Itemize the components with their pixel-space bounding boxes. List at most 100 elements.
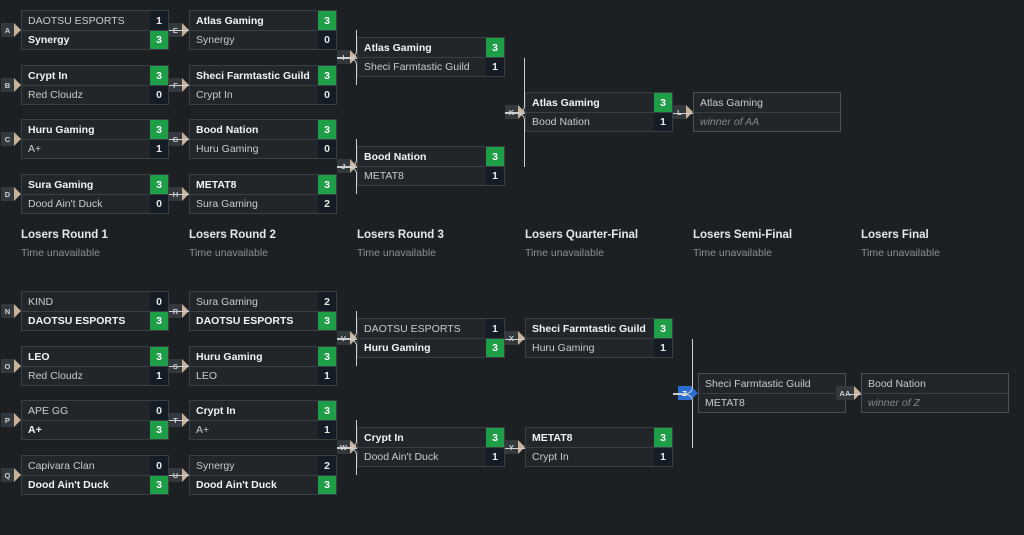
- team-row-top[interactable]: Sheci Farmtastic Guild 3: [526, 319, 672, 338]
- match-C[interactable]: C Huru Gaming 3 A+ 1: [1, 119, 169, 159]
- match-letter-badge-AA[interactable]: AA: [836, 386, 861, 400]
- team-row-top[interactable]: KIND 0: [22, 292, 168, 311]
- team-row-bottom[interactable]: winner of Z: [862, 393, 1008, 412]
- match-U[interactable]: U Synergy 2 Dood Ain't Duck 3: [169, 455, 337, 495]
- team-row-bottom[interactable]: Crypt In 1: [526, 447, 672, 466]
- match-I[interactable]: I Atlas Gaming 3 Sheci Farmtastic Guild 1: [337, 37, 505, 77]
- team-row-top[interactable]: APE GG 0: [22, 401, 168, 420]
- match-letter-badge-C[interactable]: C: [1, 132, 21, 146]
- team-row-bottom[interactable]: A+ 3: [22, 420, 168, 439]
- team-row-top[interactable]: DAOTSU ESPORTS 1: [358, 319, 504, 338]
- team-row-bottom[interactable]: LEO 1: [190, 366, 336, 385]
- match-letter-badge-D[interactable]: D: [1, 187, 21, 201]
- team-row-bottom[interactable]: Bood Nation 1: [526, 112, 672, 131]
- match-X[interactable]: X Sheci Farmtastic Guild 3 Huru Gaming 1: [505, 318, 673, 358]
- match-T[interactable]: T Crypt In 3 A+ 1: [169, 400, 337, 440]
- team-row-bottom[interactable]: Dood Ain't Duck 3: [22, 475, 168, 494]
- team-row-bottom[interactable]: METAT8 1: [358, 166, 504, 185]
- match-letter-badge-K[interactable]: K: [505, 105, 525, 119]
- team-row-top[interactable]: METAT8 3: [526, 428, 672, 447]
- team-row-top[interactable]: Sheci Farmtastic Guild: [699, 374, 845, 393]
- team-row-bottom[interactable]: Huru Gaming 0: [190, 139, 336, 158]
- match-Q[interactable]: Q Capivara Clan 0 Dood Ain't Duck 3: [1, 455, 169, 495]
- team-row-top[interactable]: Bood Nation 3: [358, 147, 504, 166]
- team-row-bottom[interactable]: Huru Gaming 1: [526, 338, 672, 357]
- match-O[interactable]: O LEO 3 Red Cloudz 1: [1, 346, 169, 386]
- team-row-bottom[interactable]: DAOTSU ESPORTS 3: [190, 311, 336, 330]
- team-row-bottom[interactable]: METAT8: [699, 393, 845, 412]
- match-letter-badge-F[interactable]: F: [169, 78, 189, 92]
- match-letter-badge-N[interactable]: N: [1, 304, 21, 318]
- match-letter-badge-A[interactable]: A: [1, 23, 21, 37]
- team-row-top[interactable]: Bood Nation: [862, 374, 1008, 393]
- match-letter-badge-J[interactable]: J: [337, 159, 357, 173]
- team-row-top[interactable]: Crypt In 3: [358, 428, 504, 447]
- match-J[interactable]: J Bood Nation 3 METAT8 1: [337, 146, 505, 186]
- match-B[interactable]: B Crypt In 3 Red Cloudz 0: [1, 65, 169, 105]
- match-letter-badge-G[interactable]: G: [169, 132, 189, 146]
- match-S[interactable]: S Huru Gaming 3 LEO 1: [169, 346, 337, 386]
- match-letter-badge-I[interactable]: I: [337, 50, 357, 64]
- match-letter-badge-E[interactable]: E: [169, 23, 189, 37]
- team-row-bottom[interactable]: Dood Ain't Duck 0: [22, 194, 168, 213]
- match-D[interactable]: D Sura Gaming 3 Dood Ain't Duck 0: [1, 174, 169, 214]
- match-Z[interactable]: Z Sheci Farmtastic Guild METAT8: [678, 373, 846, 413]
- team-row-bottom[interactable]: Dood Ain't Duck 3: [190, 475, 336, 494]
- match-A[interactable]: A DAOTSU ESPORTS 1 Synergy 3: [1, 10, 169, 50]
- match-letter-badge-B[interactable]: B: [1, 78, 21, 92]
- match-AA[interactable]: AA Bood Nation winner of Z: [836, 373, 1009, 413]
- team-row-bottom[interactable]: Huru Gaming 3: [358, 338, 504, 357]
- team-row-bottom[interactable]: Red Cloudz 1: [22, 366, 168, 385]
- match-letter-badge-P[interactable]: P: [1, 413, 21, 427]
- team-row-bottom[interactable]: Crypt In 0: [190, 85, 336, 104]
- match-letter-badge-X[interactable]: X: [505, 331, 525, 345]
- match-H[interactable]: H METAT8 3 Sura Gaming 2: [169, 174, 337, 214]
- match-P[interactable]: P APE GG 0 A+ 3: [1, 400, 169, 440]
- match-letter-badge-Y[interactable]: Y: [505, 440, 525, 454]
- team-row-top[interactable]: DAOTSU ESPORTS 1: [22, 11, 168, 30]
- team-row-top[interactable]: Atlas Gaming: [694, 93, 840, 112]
- team-row-top[interactable]: Huru Gaming 3: [190, 347, 336, 366]
- team-row-bottom[interactable]: winner of AA: [694, 112, 840, 131]
- match-letter-badge-Q[interactable]: Q: [1, 468, 21, 482]
- match-N[interactable]: N KIND 0 DAOTSU ESPORTS 3: [1, 291, 169, 331]
- team-row-top[interactable]: Bood Nation 3: [190, 120, 336, 139]
- match-R[interactable]: R Sura Gaming 2 DAOTSU ESPORTS 3: [169, 291, 337, 331]
- team-row-top[interactable]: Crypt In 3: [190, 401, 336, 420]
- match-K[interactable]: K Atlas Gaming 3 Bood Nation 1: [505, 92, 673, 132]
- team-row-bottom[interactable]: Dood Ain't Duck 1: [358, 447, 504, 466]
- team-row-top[interactable]: Huru Gaming 3: [22, 120, 168, 139]
- team-row-bottom[interactable]: Synergy 0: [190, 30, 336, 49]
- team-row-bottom[interactable]: Synergy 3: [22, 30, 168, 49]
- team-row-top[interactable]: Synergy 2: [190, 456, 336, 475]
- match-letter-badge-H[interactable]: H: [169, 187, 189, 201]
- team-row-top[interactable]: LEO 3: [22, 347, 168, 366]
- match-letter-badge-U[interactable]: U: [169, 468, 189, 482]
- match-W[interactable]: W Crypt In 3 Dood Ain't Duck 1: [337, 427, 505, 467]
- match-G[interactable]: G Bood Nation 3 Huru Gaming 0: [169, 119, 337, 159]
- team-row-top[interactable]: Capivara Clan 0: [22, 456, 168, 475]
- match-letter-badge-V[interactable]: V: [337, 331, 357, 345]
- team-row-top[interactable]: Sura Gaming 2: [190, 292, 336, 311]
- team-row-bottom[interactable]: DAOTSU ESPORTS 3: [22, 311, 168, 330]
- team-row-top[interactable]: Atlas Gaming 3: [190, 11, 336, 30]
- match-letter-badge-S[interactable]: S: [169, 359, 189, 373]
- team-row-top[interactable]: Atlas Gaming 3: [358, 38, 504, 57]
- match-E[interactable]: E Atlas Gaming 3 Synergy 0: [169, 10, 337, 50]
- match-letter-badge-O[interactable]: O: [1, 359, 21, 373]
- team-row-top[interactable]: Atlas Gaming 3: [526, 93, 672, 112]
- match-F[interactable]: F Sheci Farmtastic Guild 3 Crypt In 0: [169, 65, 337, 105]
- match-letter-badge-R[interactable]: R: [169, 304, 189, 318]
- match-letter-badge-T[interactable]: T: [169, 413, 189, 427]
- team-row-top[interactable]: Sheci Farmtastic Guild 3: [190, 66, 336, 85]
- team-row-bottom[interactable]: A+ 1: [190, 420, 336, 439]
- team-row-bottom[interactable]: Sheci Farmtastic Guild 1: [358, 57, 504, 76]
- team-row-bottom[interactable]: Red Cloudz 0: [22, 85, 168, 104]
- team-row-bottom[interactable]: A+ 1: [22, 139, 168, 158]
- match-letter-badge-Z[interactable]: Z: [678, 386, 698, 400]
- match-letter-badge-W[interactable]: W: [337, 440, 357, 454]
- match-V[interactable]: V DAOTSU ESPORTS 1 Huru Gaming 3: [337, 318, 505, 358]
- match-Y[interactable]: Y METAT8 3 Crypt In 1: [505, 427, 673, 467]
- team-row-top[interactable]: METAT8 3: [190, 175, 336, 194]
- match-L[interactable]: L Atlas Gaming winner of AA: [673, 92, 841, 132]
